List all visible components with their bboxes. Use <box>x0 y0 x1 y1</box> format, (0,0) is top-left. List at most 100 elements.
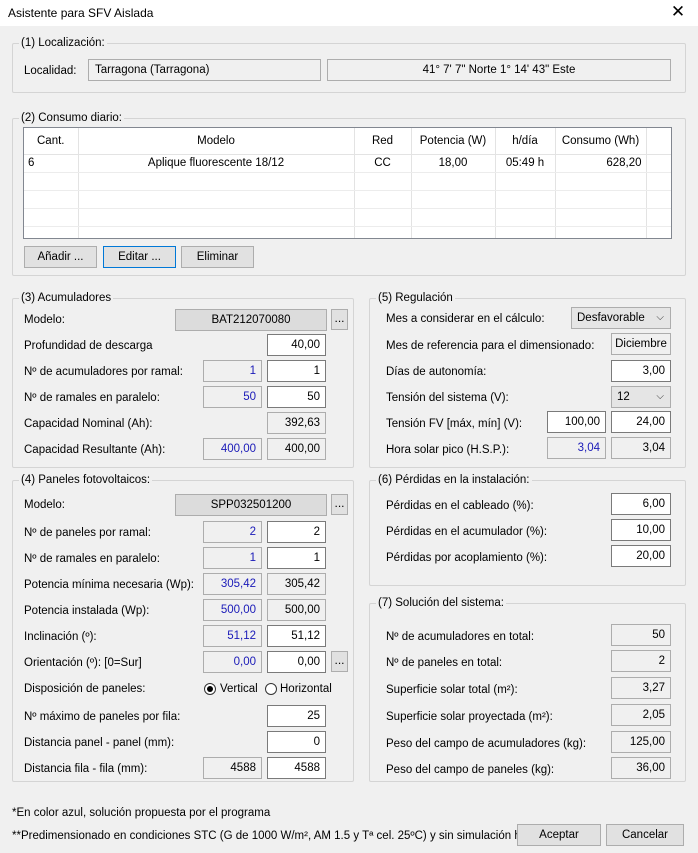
dfila-input[interactable]: 4588 <box>267 757 326 779</box>
legend-consumo: (2) Consumo diario: <box>19 112 124 125</box>
potins-calc-field: 500,00 <box>203 599 262 621</box>
nram-acum-calc-field: 50 <box>203 386 262 408</box>
sol-nacu-field: 50 <box>611 624 671 646</box>
potmin-label: Potencia mínima necesaria (Wp): <box>24 579 195 591</box>
tension-label: Tensión del sistema (V): <box>386 392 509 404</box>
edit-button[interactable]: Editar ... <box>103 246 176 268</box>
col-modelo[interactable]: Modelo <box>78 128 355 155</box>
potmin-field: 305,42 <box>267 573 326 595</box>
col-horas[interactable]: h/día <box>495 128 556 155</box>
nacum-input[interactable]: 1 <box>267 360 326 382</box>
horizontal-label[interactable]: Horizontal <box>280 682 332 696</box>
radio-horizontal[interactable] <box>265 683 277 695</box>
table-row-empty <box>24 172 671 191</box>
vertical-label[interactable]: Vertical <box>220 682 258 696</box>
acum-modelo-field: BAT212070080 <box>175 309 327 331</box>
close-icon[interactable]: ✕ <box>668 2 688 22</box>
table-row-empty <box>24 190 671 209</box>
orient-browse-button[interactable]: ... <box>331 651 348 672</box>
dpanel-input[interactable]: 0 <box>267 731 326 753</box>
hsp-field: 3,04 <box>611 437 671 459</box>
perd-cab-input[interactable]: 6,00 <box>611 493 671 515</box>
perd-aco-input[interactable]: 20,00 <box>611 545 671 567</box>
group-solucion: (7) Solución del sistema: Nº de acumulad… <box>369 597 686 782</box>
nram-pan-label: Nº de ramales en paralelo: <box>24 553 160 565</box>
potmin-calc-field: 305,42 <box>203 573 262 595</box>
nram-acum-input[interactable]: 50 <box>267 386 326 408</box>
title-bar: Asistente para SFV Aislada ✕ <box>0 0 698 26</box>
tfv-max-input[interactable]: 100,00 <box>547 411 606 433</box>
add-button[interactable]: Añadir ... <box>24 246 97 268</box>
tension-value: 12 <box>617 391 630 403</box>
maxfila-label: Nº máximo de paneles por fila: <box>24 711 181 723</box>
mes-select[interactable]: Desfavorable ⌵ <box>571 307 671 329</box>
perd-aco-label: Pérdidas por acoplamiento (%): <box>386 552 548 564</box>
capres-label: Capacidad Resultante (Ah): <box>24 444 166 456</box>
mes-value: Desfavorable <box>577 312 645 324</box>
cell-cant: 6 <box>24 154 79 173</box>
acum-browse-button[interactable]: ... <box>331 309 348 330</box>
sol-sup-label: Superficie solar total (m²): <box>386 684 518 696</box>
prof-label: Profundidad de descarga <box>24 340 153 352</box>
npan-calc-field: 2 <box>203 521 262 543</box>
remove-button[interactable]: Eliminar <box>181 246 254 268</box>
acum-modelo-label: Modelo: <box>24 314 65 326</box>
panel-modelo-label: Modelo: <box>24 499 65 511</box>
consumption-grid: Cant. Modelo Red Potencia (W) h/día Cons… <box>24 128 671 238</box>
nram-pan-input[interactable]: 1 <box>267 547 326 569</box>
table-row[interactable]: 6 Aplique fluorescente 18/12 CC 18,00 05… <box>24 154 671 173</box>
sol-ppan-label: Peso del campo de paneles (kg): <box>386 764 555 776</box>
potins-field: 500,00 <box>267 599 326 621</box>
radio-vertical[interactable] <box>204 683 216 695</box>
table-row-empty <box>24 226 671 238</box>
group-paneles: (4) Paneles fotovoltaicos: Modelo: SPP03… <box>12 474 354 782</box>
dfila-label: Distancia fila - fila (mm): <box>24 763 148 775</box>
cell-potencia: 18,00 <box>411 154 496 173</box>
tfv-min-input[interactable]: 24,00 <box>611 411 671 433</box>
incl-label: Inclinación (º): <box>24 631 97 643</box>
cancel-button[interactable]: Cancelar <box>606 824 684 846</box>
perd-acu-input[interactable]: 10,00 <box>611 519 671 541</box>
footer-note-blue: *En color azul, solución propuesta por e… <box>12 807 271 819</box>
accept-button[interactable]: Aceptar <box>517 824 601 846</box>
group-localizacion: (1) Localización: Localidad: Tarragona (… <box>12 37 686 93</box>
maxfila-input[interactable]: 25 <box>267 705 326 727</box>
sol-nacu-label: Nº de acumuladores en total: <box>386 631 535 643</box>
col-potencia[interactable]: Potencia (W) <box>411 128 496 155</box>
sol-npan-label: Nº de paneles en total: <box>386 657 503 669</box>
sol-supp-label: Superficie solar proyectada (m²): <box>386 711 553 723</box>
legend-acumuladores: (3) Acumuladores <box>19 292 114 305</box>
npan-input[interactable]: 2 <box>267 521 326 543</box>
hsp-label: Hora solar pico (H.S.P.): <box>386 444 510 456</box>
consumption-table[interactable]: Cant. Modelo Red Potencia (W) h/día Cons… <box>23 127 672 239</box>
orient-input[interactable]: 0,00 <box>267 651 326 673</box>
perd-cab-label: Pérdidas en el cableado (%): <box>386 500 534 512</box>
footer-note-stc: **Predimensionado en condiciones STC (G … <box>12 830 551 842</box>
sol-ppan-field: 36,00 <box>611 757 671 779</box>
tension-select[interactable]: 12 ⌵ <box>611 386 671 408</box>
nacum-calc-field: 1 <box>203 360 262 382</box>
col-red[interactable]: Red <box>354 128 412 155</box>
dias-label: Días de autonomía: <box>386 366 487 378</box>
dias-input[interactable]: 3,00 <box>611 360 671 382</box>
coordinates-field: 41° 7' 7" Norte 1° 14' 43" Este <box>327 59 671 81</box>
mesref-field: Diciembre <box>611 333 671 355</box>
mesref-label: Mes de referencia para el dimensionado: <box>386 340 595 352</box>
cell-modelo: Aplique fluorescente 18/12 <box>78 154 355 173</box>
npan-label: Nº de paneles por ramal: <box>24 527 151 539</box>
potins-label: Potencia instalada (Wp): <box>24 605 150 617</box>
nacum-label: Nº de acumuladores por ramal: <box>24 366 183 378</box>
chevron-down-icon: ⌵ <box>656 312 664 323</box>
capnom-label: Capacidad Nominal (Ah): <box>24 418 153 430</box>
prof-input[interactable]: 40,00 <box>267 334 326 356</box>
incl-input[interactable]: 51,12 <box>267 625 326 647</box>
col-cant[interactable]: Cant. <box>24 128 79 155</box>
orient-label: Orientación (º): [0=Sur] <box>24 657 142 669</box>
mes-label: Mes a considerar en el cálculo: <box>386 313 545 325</box>
nram-pan-calc-field: 1 <box>203 547 262 569</box>
capres-field: 400,00 <box>267 438 326 460</box>
legend-perdidas: (6) Pérdidas en la instalación: <box>376 474 532 487</box>
group-regulacion: (5) Regulación Mes a considerar en el cá… <box>369 292 686 468</box>
col-consumo[interactable]: Consumo (Wh) <box>555 128 647 155</box>
panel-browse-button[interactable]: ... <box>331 494 348 515</box>
